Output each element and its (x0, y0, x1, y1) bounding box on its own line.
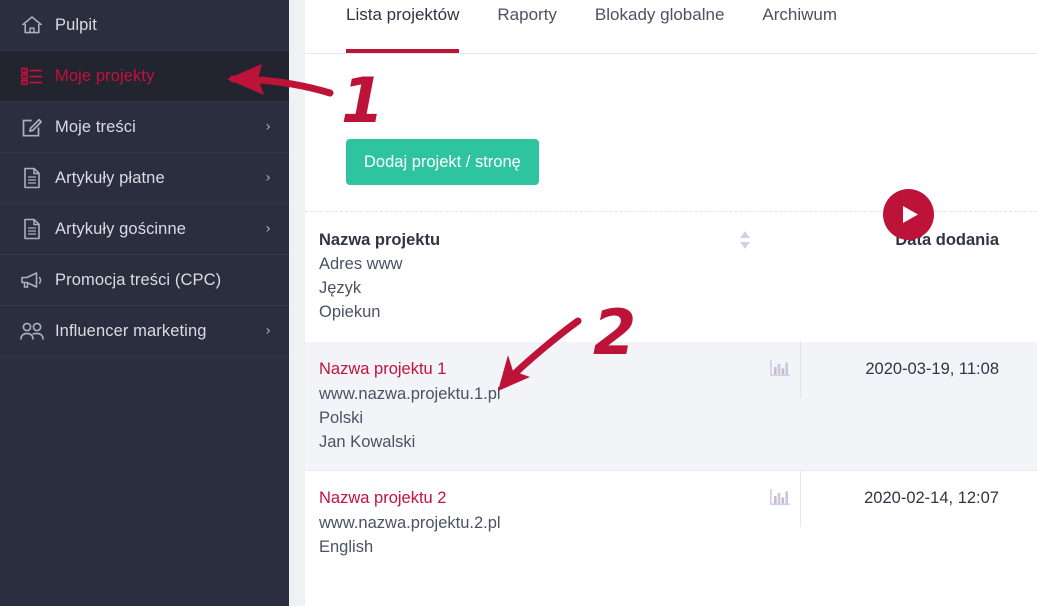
bar-chart-icon[interactable] (770, 360, 790, 378)
project-stats-cell[interactable] (760, 471, 800, 507)
table-row[interactable]: Nazwa projektu 1 www.nazwa.projektu.1.pl… (305, 342, 1037, 470)
sidebar-item-moje-projekty[interactable]: Moje projekty (0, 51, 289, 102)
project-language: English (319, 538, 374, 556)
sidebar-empty-space (0, 357, 289, 606)
project-date: 2020-02-14, 12:07 (864, 489, 999, 507)
sidebar-item-artykuly-platne[interactable]: Artykuły płatne › (0, 153, 289, 204)
header-project-name: Nazwa projektu (319, 231, 441, 249)
sidebar: Pulpit Moje projekty Moje treści › Artyk… (0, 0, 289, 606)
sidebar-item-label: Influencer marketing (55, 321, 207, 340)
tab-bar: Lista projektów Raporty Blokady globalne… (305, 0, 1037, 54)
project-row-title-1[interactable]: Nazwa projektu 1 (319, 356, 446, 382)
sidebar-item-artykuly-goscinne[interactable]: Artykuły gościnne › (0, 204, 289, 255)
header-stats-column (760, 212, 800, 246)
add-project-button[interactable]: Dodaj projekt / stronę (346, 139, 539, 185)
header-www: Adres www (319, 255, 403, 273)
sidebar-item-label: Pulpit (55, 15, 97, 34)
play-icon (899, 205, 919, 224)
bar-chart-icon[interactable] (770, 489, 790, 507)
project-date: 2020-03-19, 11:08 (865, 360, 999, 378)
megaphone-icon (17, 268, 47, 292)
document-icon (17, 166, 47, 190)
project-cell: Nazwa projektu 2 www.nazwa.projektu.2.pl… (305, 471, 760, 575)
sidebar-item-promocja-tresci[interactable]: Promocja treści (CPC) (0, 255, 289, 306)
people-icon (17, 319, 47, 343)
sidebar-item-label: Moje projekty (55, 66, 155, 85)
chevron-right-icon: › (265, 170, 271, 186)
chevron-right-icon: › (265, 221, 271, 237)
project-language: Polski (319, 409, 364, 427)
chevron-right-icon: › (265, 119, 271, 135)
sidebar-item-influencer-marketing[interactable]: Influencer marketing › (0, 306, 289, 357)
project-date-cell: 2020-03-19, 11:08 (800, 342, 1037, 398)
project-stats-cell[interactable] (760, 342, 800, 378)
list-icon (17, 64, 47, 88)
sidebar-item-label: Promocja treści (CPC) (55, 270, 222, 289)
project-url: www.nazwa.projektu.2.pl (319, 514, 501, 532)
edit-square-icon (17, 115, 47, 139)
project-row-title-2[interactable]: Nazwa projektu 2 (319, 485, 446, 511)
main-content: Lista projektów Raporty Blokady globalne… (305, 0, 1037, 606)
projects-table: Nazwa projektu Adres www Język Opiekun D… (305, 211, 1037, 575)
tab-archiwum[interactable]: Archiwum (762, 0, 837, 53)
tab-raporty[interactable]: Raporty (497, 0, 557, 53)
tab-blokady-globalne[interactable]: Blokady globalne (595, 0, 724, 53)
sidebar-content-gap (289, 0, 305, 606)
home-icon (17, 13, 47, 37)
sidebar-item-label: Artykuły płatne (55, 168, 165, 187)
play-video-button[interactable] (883, 189, 934, 240)
project-cell: Nazwa projektu 1 www.nazwa.projektu.1.pl… (305, 342, 760, 470)
sidebar-item-pulpit[interactable]: Pulpit (0, 0, 289, 51)
project-owner: Jan Kowalski (319, 433, 416, 451)
app-root: Pulpit Moje projekty Moje treści › Artyk… (0, 0, 1037, 606)
table-row[interactable]: Nazwa projektu 2 www.nazwa.projektu.2.pl… (305, 470, 1037, 575)
project-url: www.nazwa.projektu.1.pl (319, 385, 501, 403)
header-owner: Opiekun (319, 303, 381, 321)
project-date-cell: 2020-02-14, 12:07 (800, 471, 1037, 527)
action-toolbar: Dodaj projekt / stronę Język Wszystkie (305, 54, 1037, 240)
tab-lista-projektow[interactable]: Lista projektów (346, 0, 460, 53)
sidebar-item-label: Artykuły gościnne (55, 219, 187, 238)
chevron-right-icon: › (265, 323, 271, 339)
header-name-column[interactable]: Nazwa projektu Adres www Język Opiekun (305, 212, 760, 342)
sidebar-item-label: Moje treści (55, 117, 136, 136)
sort-toggle-icon[interactable] (738, 230, 752, 250)
sidebar-item-moje-tresci[interactable]: Moje treści › (0, 102, 289, 153)
document-icon (17, 217, 47, 241)
header-language: Język (319, 279, 362, 297)
